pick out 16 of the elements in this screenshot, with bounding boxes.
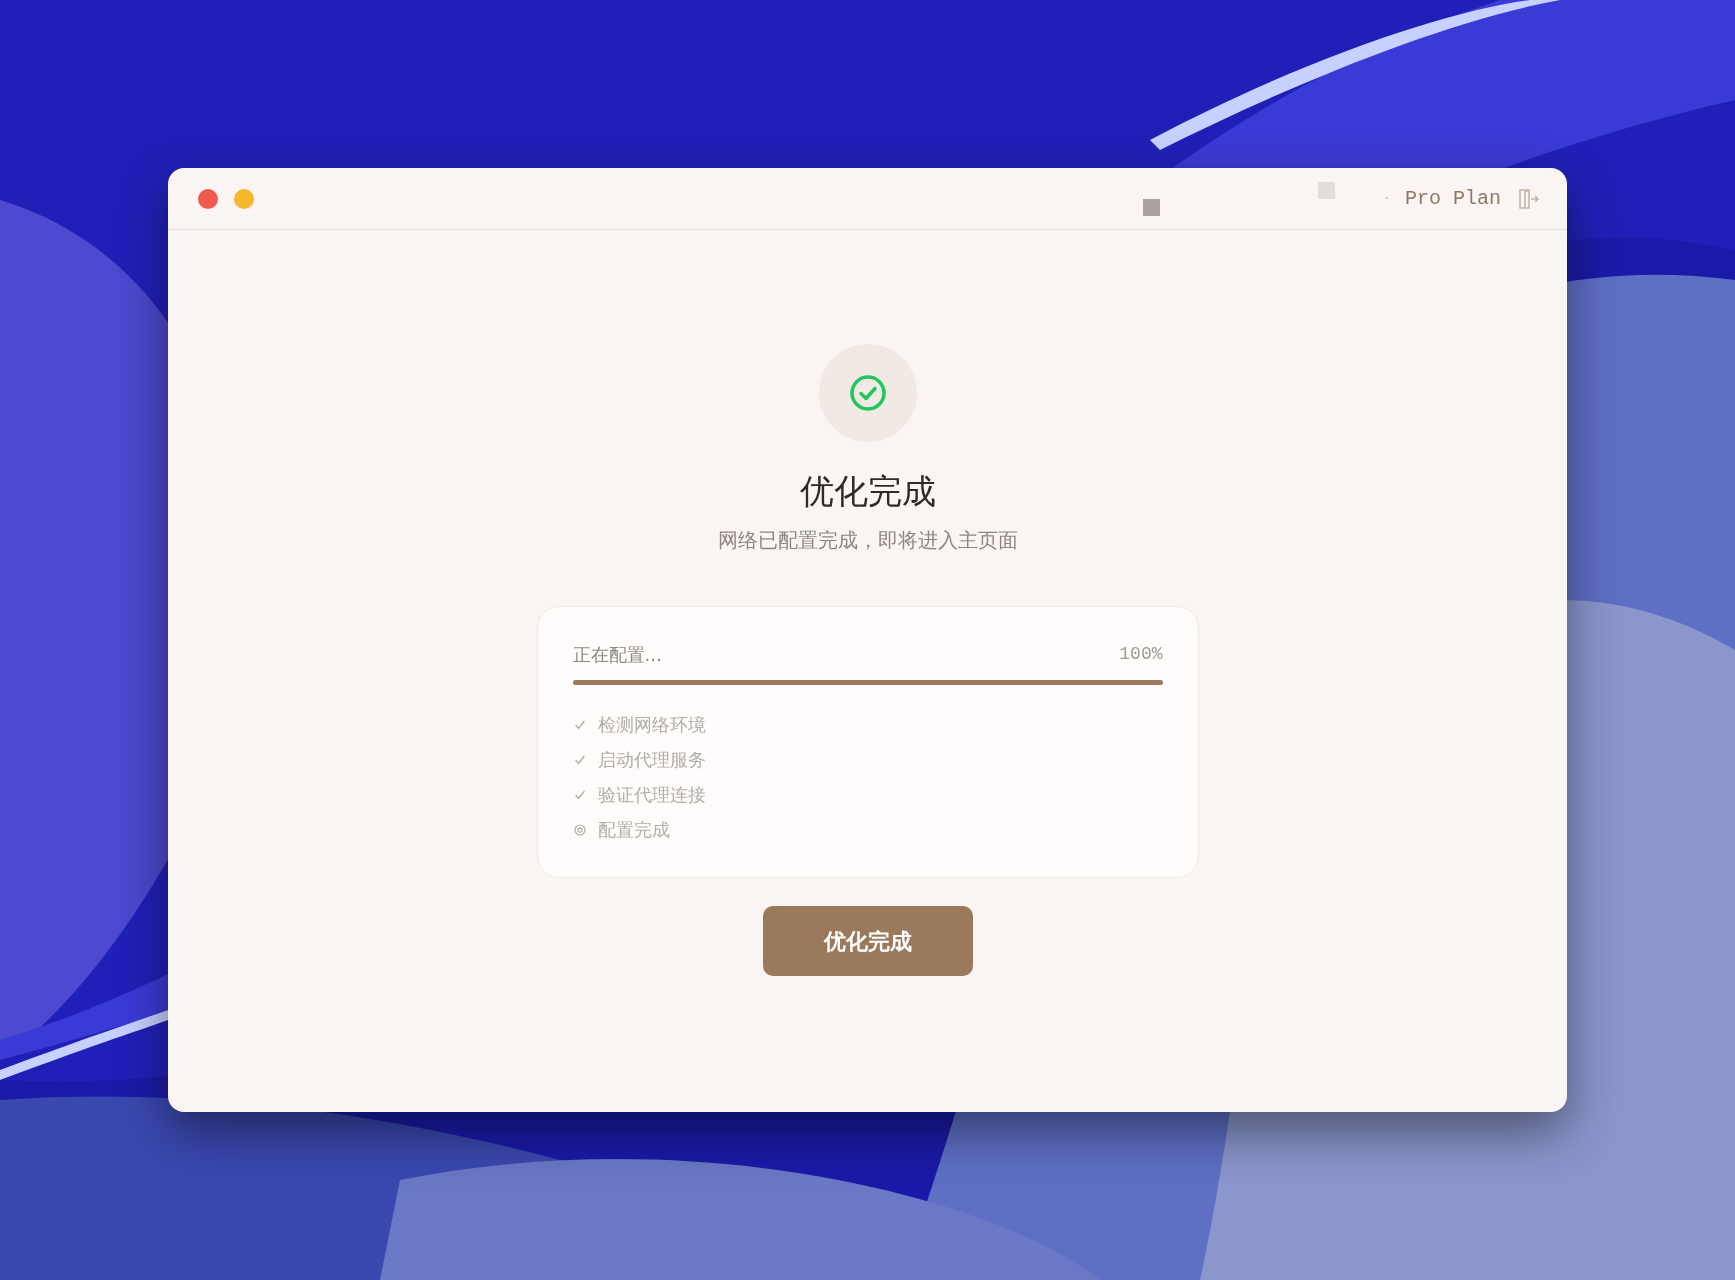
separator-dot: ·	[1384, 189, 1389, 208]
window-control-button[interactable]	[198, 188, 218, 209]
plan-label: Pro Plan	[1405, 185, 1501, 212]
window-control-button[interactable]	[234, 188, 254, 209]
logout-icon[interactable]	[1517, 187, 1539, 210]
square-icon	[1142, 199, 1160, 216]
status-subtitle: 网络已配置完成，即将进入主页面	[717, 527, 1018, 554]
finish-button[interactable]: 优化完成	[762, 906, 973, 976]
step-label: 配置完成	[597, 818, 670, 842]
step-label: 验证代理连接	[597, 783, 706, 807]
progress-label: 正在配置...	[572, 643, 662, 667]
status-title: 优化完成	[799, 470, 936, 513]
progress-percent: 100%	[1119, 643, 1163, 666]
step-label: 检测网络环境	[597, 713, 706, 737]
step-label: 启动代理服务	[597, 748, 706, 772]
square-icon	[1317, 182, 1335, 199]
